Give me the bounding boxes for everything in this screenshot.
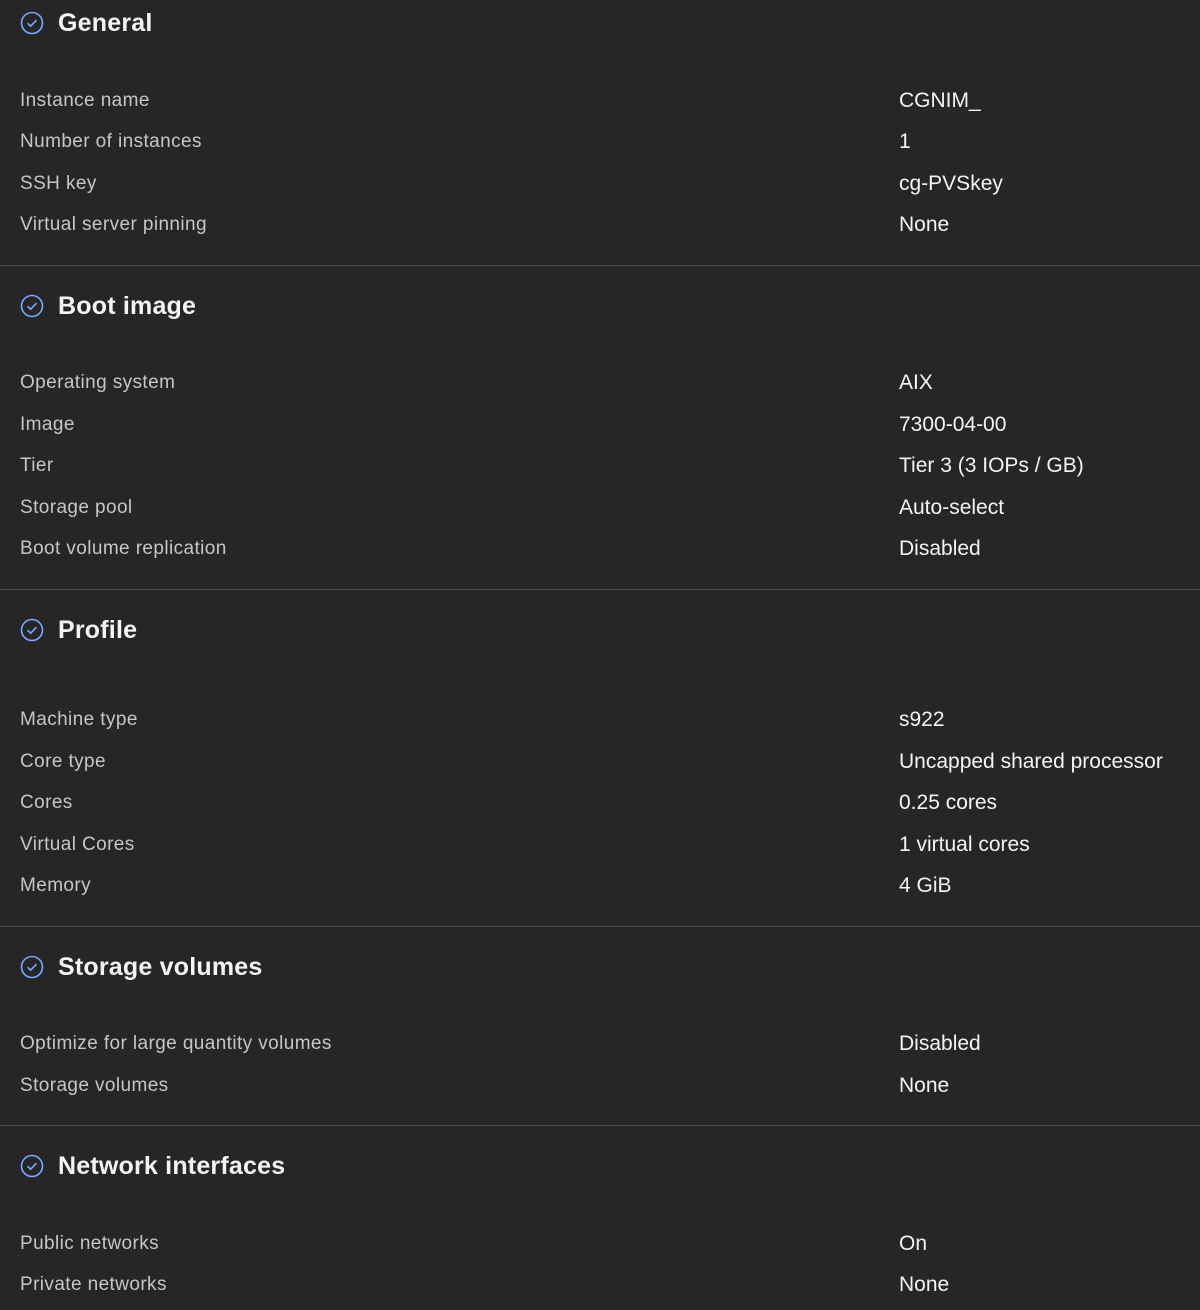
section-title: General — [58, 8, 153, 37]
section-divider — [0, 589, 1200, 590]
section-heading-network-interfaces: Network interfaces — [20, 1151, 285, 1181]
checkmark-outline-icon — [20, 11, 44, 35]
row-value: Auto-select — [899, 496, 1005, 519]
section-title: Boot image — [58, 291, 197, 320]
section-heading-storage-volumes: Storage volumes — [20, 952, 262, 982]
row-label: Core type — [20, 751, 106, 772]
summary-row-machine-type: Machine type s922 — [0, 705, 1200, 735]
summary-row-instance-name: Instance name CGNIM_ — [0, 86, 1200, 116]
row-value: 1 — [899, 130, 911, 153]
row-value: 7300-04-00 — [899, 413, 1007, 436]
row-label: Instance name — [20, 90, 150, 111]
row-value: Disabled — [899, 537, 981, 560]
checkmark-outline-icon — [20, 294, 44, 318]
row-label: Operating system — [20, 372, 176, 393]
row-label: Cores — [20, 792, 73, 813]
checkmark-outline-icon — [20, 1154, 44, 1178]
row-label: Boot volume replication — [20, 538, 227, 559]
row-label: Storage pool — [20, 497, 133, 518]
row-value: Uncapped shared processor — [899, 750, 1163, 773]
row-label: Image — [20, 414, 75, 435]
section-title: Network interfaces — [58, 1151, 286, 1180]
row-value: CGNIM_ — [899, 89, 981, 112]
section-heading-boot-image: Boot image — [20, 291, 196, 321]
summary-row-operating-system: Operating system AIX — [0, 368, 1200, 398]
row-label: Machine type — [20, 709, 138, 730]
row-label: Number of instances — [20, 131, 202, 152]
row-label: Memory — [20, 875, 92, 896]
row-label: SSH key — [20, 173, 97, 194]
summary-row-cores: Cores 0.25 cores — [0, 788, 1200, 818]
summary-row-number-of-instances: Number of instances 1 — [0, 127, 1200, 157]
section-heading-general: General — [20, 8, 153, 38]
row-value: 1 virtual cores — [899, 833, 1030, 856]
summary-row-storage-volumes: Storage volumes None — [0, 1071, 1200, 1101]
section-divider — [0, 926, 1200, 927]
row-value: cg-PVSkey — [899, 172, 1003, 195]
row-value: None — [899, 1273, 950, 1296]
row-label: Private networks — [20, 1274, 167, 1295]
row-value: Disabled — [899, 1032, 981, 1055]
row-value: 4 GiB — [899, 874, 952, 897]
row-value: On — [899, 1232, 928, 1255]
row-value: 0.25 cores — [899, 791, 998, 814]
summary-row-virtual-server-pinning: Virtual server pinning None — [0, 210, 1200, 240]
row-value: None — [899, 1074, 950, 1097]
row-value: s922 — [899, 708, 945, 731]
checkmark-outline-icon — [20, 618, 44, 642]
summary-row-core-type: Core type Uncapped shared processor — [0, 747, 1200, 777]
section-title: Profile — [58, 615, 138, 644]
row-label: Optimize for large quantity volumes — [20, 1033, 332, 1054]
section-title: Storage volumes — [58, 952, 263, 981]
summary-row-tier: Tier Tier 3 (3 IOPs / GB) — [0, 451, 1200, 481]
summary-row-private-networks: Private networks None — [0, 1270, 1200, 1300]
summary-row-public-networks: Public networks On — [0, 1229, 1200, 1259]
row-label: Public networks — [20, 1233, 160, 1254]
summary-row-optimize-large-volumes: Optimize for large quantity volumes Disa… — [0, 1029, 1200, 1059]
summary-row-ssh-key: SSH key cg-PVSkey — [0, 169, 1200, 199]
summary-row-boot-volume-replication: Boot volume replication Disabled — [0, 534, 1200, 564]
row-label: Virtual Cores — [20, 834, 135, 855]
section-divider — [0, 265, 1200, 266]
checkmark-outline-icon — [20, 955, 44, 979]
section-heading-profile: Profile — [20, 615, 137, 645]
summary-row-memory: Memory 4 GiB — [0, 871, 1200, 901]
row-value: None — [899, 213, 950, 236]
row-label: Tier — [20, 455, 54, 476]
row-value: AIX — [899, 371, 933, 394]
summary-row-storage-pool: Storage pool Auto-select — [0, 493, 1200, 523]
row-label: Storage volumes — [20, 1075, 169, 1096]
row-value: Tier 3 (3 IOPs / GB) — [899, 454, 1084, 477]
section-divider — [0, 1125, 1200, 1126]
summary-row-virtual-cores: Virtual Cores 1 virtual cores — [0, 830, 1200, 860]
summary-row-image: Image 7300-04-00 — [0, 410, 1200, 440]
row-label: Virtual server pinning — [20, 214, 207, 235]
